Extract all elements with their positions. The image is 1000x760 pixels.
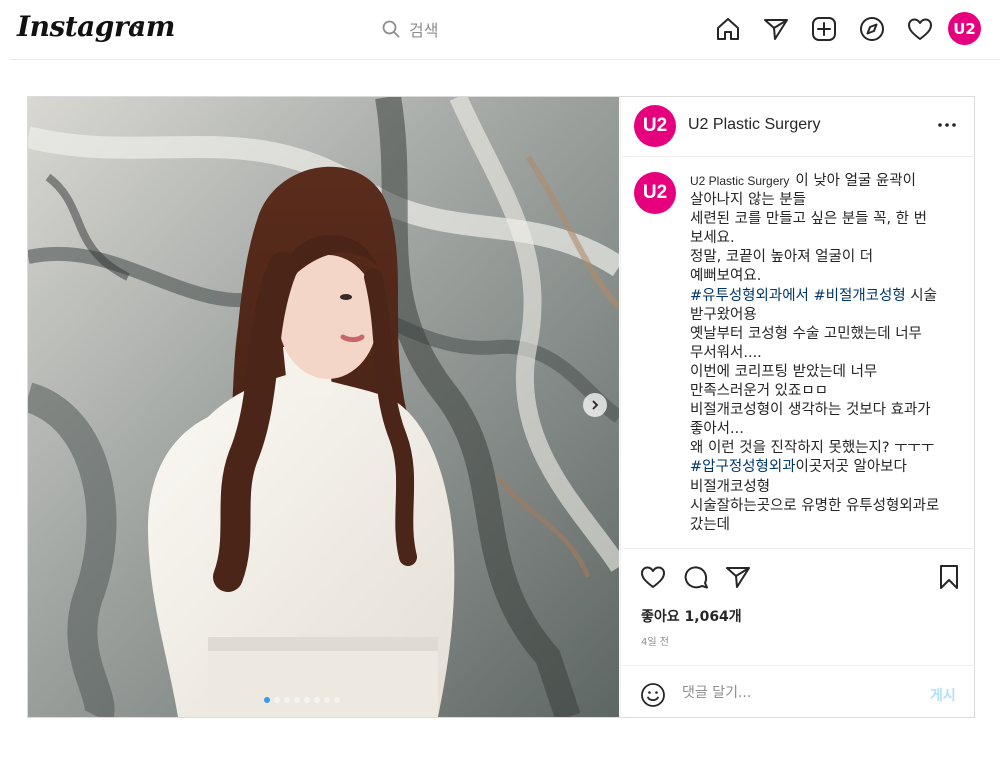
carousel-dot xyxy=(334,697,340,703)
comment-bar: 게시 xyxy=(621,665,975,719)
post-image xyxy=(28,97,619,717)
caption-text: U2 Plastic Surgery 이 낮아 얼굴 윤곽이 살아나지 않는 분들… xyxy=(690,172,948,535)
post-comment-button[interactable]: 게시 xyxy=(930,685,956,705)
caption-first-line: U2 Plastic Surgery 이 낮아 얼굴 윤곽이 살아나지 않는 분들 xyxy=(690,173,916,209)
emoji-icon[interactable] xyxy=(640,682,666,708)
carousel-indicator xyxy=(264,697,340,703)
topbar-divider xyxy=(10,59,1000,60)
caption-line: 이번에 코리프팅 받았는데 너무 만족스러운거 있죠ㅁㅁ xyxy=(690,363,878,400)
carousel-dot xyxy=(324,697,330,703)
new-post-icon[interactable] xyxy=(810,15,838,43)
carousel-dot xyxy=(294,697,300,703)
instagram-logo[interactable]: Instagram xyxy=(17,10,175,43)
chevron-right-icon xyxy=(592,400,599,410)
post-side-panel: U2 U2 Plastic Surgery U2 U2 Plastic Surg… xyxy=(620,97,975,717)
caption-hashtag-line: #압구정성형외과이곳저곳 알아보다 xyxy=(690,459,907,476)
like-heart-icon[interactable] xyxy=(639,563,667,591)
post-caption-area: U2 U2 Plastic Surgery 이 낮아 얼굴 윤곽이 살아나지 않는… xyxy=(621,157,975,548)
hashtag-link[interactable]: #유투성형외과에서 xyxy=(690,288,809,304)
caption-line: 왜 이런 것을 진작하지 못했는지? ㅜㅜㅜ xyxy=(690,440,935,457)
caption-line: 옛날부터 코성형 수술 고민했는데 너무 무서워서.... xyxy=(690,325,922,361)
carousel-dot xyxy=(314,697,320,703)
caption-avatar[interactable]: U2 xyxy=(634,172,676,214)
more-options-icon[interactable] xyxy=(935,113,959,137)
hashtag-link[interactable]: #비절개코성형 xyxy=(813,288,905,304)
search-input[interactable] xyxy=(409,19,579,41)
post-card: U2 U2 Plastic Surgery U2 U2 Plastic Surg… xyxy=(27,96,975,718)
like-count[interactable]: 좋아요 1,064개 xyxy=(641,606,742,626)
share-icon[interactable] xyxy=(724,563,752,591)
comment-icon[interactable] xyxy=(682,563,710,591)
search-icon xyxy=(382,20,400,38)
account-name[interactable]: U2 Plastic Surgery xyxy=(688,116,821,134)
profile-avatar[interactable]: U2 xyxy=(948,12,981,45)
caption-line: 정말, 코끝이 높아져 얼굴이 더 예뻐보여요. xyxy=(690,249,874,285)
comment-input[interactable] xyxy=(682,682,902,704)
carousel-next-button[interactable] xyxy=(583,393,607,417)
account-avatar[interactable]: U2 xyxy=(634,105,676,147)
save-bookmark-icon[interactable] xyxy=(935,563,963,591)
caption-line: 세련된 코를 만들고 싶은 분들 꼭, 한 번 보세요. xyxy=(690,211,927,247)
direct-message-icon[interactable] xyxy=(762,15,790,43)
caption-line: 비절개코성형 xyxy=(690,478,771,495)
carousel-dot xyxy=(284,697,290,703)
post-header: U2 U2 Plastic Surgery xyxy=(621,97,975,157)
caption-line: 비절개코성형이 생각하는 것보다 효과가 좋아서... xyxy=(690,402,931,438)
top-navigation-bar: Instagram U2 xyxy=(0,0,1000,59)
post-actions: 좋아요 1,064개 4일 전 게시 xyxy=(621,548,975,718)
carousel-dot xyxy=(304,697,310,703)
carousel-dot xyxy=(274,697,280,703)
explore-compass-icon[interactable] xyxy=(858,15,886,43)
chevron-down-icon[interactable] xyxy=(132,20,144,32)
activity-heart-icon[interactable] xyxy=(906,15,934,43)
post-photo[interactable] xyxy=(28,97,619,717)
hashtag-link[interactable]: #압구정성형외과 xyxy=(690,459,796,475)
caption-username[interactable]: U2 Plastic Surgery xyxy=(690,174,789,188)
search-bar[interactable] xyxy=(381,19,581,41)
post-timestamp[interactable]: 4일 전 xyxy=(641,633,669,648)
caption-line: 시술잘하는곳으로 유명한 유투성형외과로 갔는데 xyxy=(690,497,940,533)
caption-hashtag-line: #유투성형외과에서 #비절개코성형 시술 받구왔어용 xyxy=(690,287,937,323)
home-icon[interactable] xyxy=(714,15,742,43)
carousel-dot xyxy=(264,697,270,703)
